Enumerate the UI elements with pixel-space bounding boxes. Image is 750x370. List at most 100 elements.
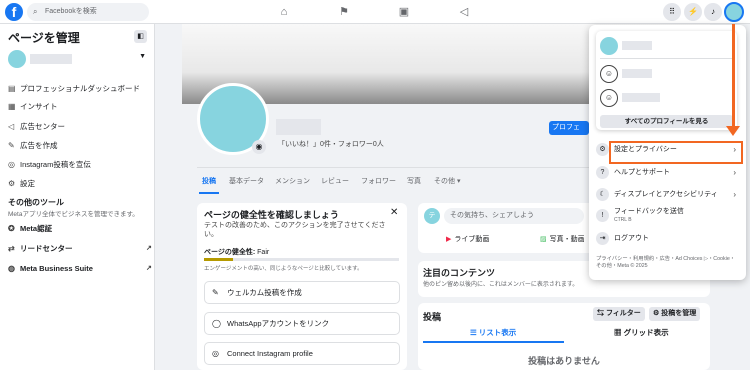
profile-name-placeholder bbox=[622, 69, 652, 78]
top-navigation-bar: f ⌕ Facebookを検索 ⌂ ⚑ ▣ ◁ ⠿ ⚡ ♪ bbox=[0, 0, 750, 24]
megaphone-icon: ◁ bbox=[8, 122, 15, 131]
sidebar-item-promote-instagram[interactable]: ◎ Instagram投稿を宣伝 bbox=[8, 158, 91, 172]
filter-button[interactable]: ⇆ フィルター bbox=[593, 307, 645, 321]
tab-photos[interactable]: 写真 bbox=[407, 176, 421, 186]
annotation-arrow-shaft bbox=[732, 24, 735, 130]
other-tools-description: Metaアプリ全体でビジネスを管理できます。 bbox=[8, 211, 139, 218]
sidebar-item-label: リードセンター bbox=[20, 244, 73, 253]
logout-icon: ⇥ bbox=[596, 232, 609, 245]
menu-item-label: ログアウト bbox=[614, 235, 649, 242]
connect-instagram-button[interactable]: ◎ Connect Instagram profile bbox=[204, 342, 400, 365]
sidebar-item-settings[interactable]: ⚙ 設定 bbox=[8, 177, 35, 191]
sidebar-item-label: Instagram投稿を宣伝 bbox=[20, 160, 91, 169]
facebook-logo[interactable]: f bbox=[5, 3, 23, 21]
collapse-sidebar-icon[interactable]: ◧ bbox=[134, 30, 147, 43]
menu-item-help-support[interactable]: ? ヘルプとサポート › bbox=[596, 164, 739, 182]
external-link-icon: ↗ bbox=[146, 265, 152, 272]
profile-name-placeholder bbox=[622, 41, 652, 50]
business-suite-icon: ◍ bbox=[8, 264, 15, 273]
page-stats: 「いいね！」0件・フォロワー0人 bbox=[278, 141, 384, 148]
profile-row-2[interactable]: ☺ bbox=[600, 65, 733, 83]
manage-page-sidebar: ページを管理 ◧ ▼ ▤ プロフェッショナルダッシュボード ▦ インサイト ◁ 広告セ… bbox=[0, 24, 155, 370]
live-video-button[interactable]: ▶ ライブ動画 bbox=[446, 234, 489, 244]
external-link-icon: ↗ bbox=[146, 245, 152, 252]
annotation-highlight-box bbox=[609, 141, 743, 164]
manage-posts-button[interactable]: ⚙ 投稿を管理 bbox=[649, 307, 701, 321]
live-video-label: ライブ動画 bbox=[454, 236, 490, 243]
health-bar-track bbox=[204, 258, 399, 261]
keyboard-shortcut: CTRL B bbox=[614, 217, 632, 223]
messenger-icon[interactable]: ⚡ bbox=[684, 3, 702, 21]
posts-card: 投稿 ⇆ フィルター ⚙ 投稿を管理 ☰ リスト表示 ▦ グリッド表示 投稿はあ… bbox=[418, 303, 710, 370]
camera-icon[interactable]: ◉ bbox=[252, 140, 266, 154]
action-label: Connect Instagram profile bbox=[227, 349, 313, 358]
composer-avatar: テ bbox=[424, 208, 440, 224]
sidebar-item-ad-center[interactable]: ◁ 広告センター bbox=[8, 120, 65, 134]
link-whatsapp-button[interactable]: ◯ WhatsAppアカウントをリンク bbox=[204, 312, 400, 335]
whatsapp-icon: ◯ bbox=[212, 319, 221, 328]
dashboard-icon: ▤ bbox=[8, 84, 16, 93]
search-placeholder: Facebookを検索 bbox=[45, 8, 97, 15]
see-all-profiles-button[interactable]: すべてのプロフィールを見る bbox=[600, 115, 733, 128]
sidebar-item-label: Meta Business Suite bbox=[20, 264, 93, 273]
flag-icon[interactable]: ⚑ bbox=[336, 4, 352, 20]
bell-icon[interactable]: ♪ bbox=[704, 3, 722, 21]
page-health-description: テストの改善のため、このアクションを完了させてください。 bbox=[204, 222, 386, 238]
sidebar-item-label: インサイト bbox=[20, 102, 58, 111]
page-switcher[interactable]: ▼ bbox=[8, 50, 148, 68]
create-welcome-post-button[interactable]: ✎ ウェルカム投稿を作成 bbox=[204, 281, 400, 304]
tab-mentions[interactable]: メンション bbox=[275, 176, 310, 186]
marketplace-icon[interactable]: ▣ bbox=[396, 4, 412, 20]
instagram-icon: ◎ bbox=[8, 160, 15, 169]
photo-video-button[interactable]: ▨ 写真・動画 bbox=[540, 234, 585, 244]
sidebar-item-label: 設定 bbox=[20, 179, 35, 188]
menu-item-logout[interactable]: ⇥ ログアウト bbox=[596, 230, 739, 248]
menu-footer-links[interactable]: プライバシー・利用規約・広告・Ad Choices ▷・Cookie・その他・M… bbox=[596, 256, 739, 270]
menu-item-display-accessibility[interactable]: ☾ ディスプレイとアクセシビリティ › bbox=[596, 186, 739, 204]
no-posts-message: 投稿はありません bbox=[528, 356, 600, 366]
menu-grid-icon[interactable]: ⠿ bbox=[663, 3, 681, 21]
gear-icon: ⚙ bbox=[596, 143, 609, 156]
action-label: WhatsAppアカウントをリンク bbox=[227, 319, 330, 328]
sidebar-item-meta-verified[interactable]: ✪ Meta認証 bbox=[8, 222, 52, 236]
sidebar-item-dashboard[interactable]: ▤ プロフェッショナルダッシュボード bbox=[8, 82, 140, 96]
tab-list-view[interactable]: ☰ リスト表示 bbox=[470, 327, 516, 338]
tab-about[interactable]: 基本データ bbox=[229, 176, 264, 186]
composer-input[interactable]: その気持ち、シェアしよう bbox=[444, 208, 584, 224]
insights-icon: ▦ bbox=[8, 102, 16, 111]
chevron-right-icon: › bbox=[733, 168, 736, 177]
account-avatar-button[interactable] bbox=[724, 2, 744, 22]
megaphone-icon[interactable]: ◁ bbox=[456, 4, 472, 20]
sidebar-item-business-suite[interactable]: ◍ Meta Business Suite ↗ bbox=[8, 262, 152, 276]
sidebar-item-insights[interactable]: ▦ インサイト bbox=[8, 100, 58, 114]
moon-icon: ☾ bbox=[596, 188, 609, 201]
active-view-indicator bbox=[423, 341, 564, 343]
tab-followers[interactable]: フォロワー bbox=[361, 176, 396, 186]
search-input[interactable]: ⌕ Facebookを検索 bbox=[27, 3, 149, 21]
close-icon[interactable]: ✕ bbox=[390, 207, 398, 218]
health-note: エンゲージメントの高い、同じようなページと比較しています。 bbox=[204, 266, 363, 272]
tab-posts[interactable]: 投稿 bbox=[202, 176, 216, 186]
page-name-placeholder bbox=[30, 54, 72, 64]
edit-icon: ✎ bbox=[212, 288, 219, 297]
person-icon: ☺ bbox=[600, 65, 618, 83]
live-video-icon: ▶ bbox=[446, 236, 452, 243]
chevron-right-icon: › bbox=[733, 190, 736, 199]
menu-item-send-feedback[interactable]: ! フィードバックを送信 CTRL B bbox=[596, 207, 739, 225]
health-label-text: ページの健全性: bbox=[204, 249, 256, 256]
sidebar-item-label: Meta認証 bbox=[20, 224, 53, 233]
tab-reviews[interactable]: レビュー bbox=[321, 176, 349, 186]
profile-row-3[interactable]: ☺ bbox=[600, 89, 733, 107]
profile-row-current[interactable] bbox=[600, 37, 733, 55]
featured-description: 他のピン留め以後内に、これはメンバーに表示されます。 bbox=[423, 282, 579, 288]
divider bbox=[600, 58, 733, 59]
avatar bbox=[600, 37, 618, 55]
sidebar-item-lead-center[interactable]: ⇄ リードセンター ↗ bbox=[8, 242, 152, 256]
sidebar-item-create-ad[interactable]: ✎ 広告を作成 bbox=[8, 139, 58, 153]
page-avatar bbox=[8, 50, 26, 68]
home-icon[interactable]: ⌂ bbox=[276, 4, 292, 20]
health-value: Fair bbox=[257, 249, 270, 256]
tab-grid-view[interactable]: ▦ グリッド表示 bbox=[614, 327, 669, 338]
professional-button[interactable]: プロフェ bbox=[549, 121, 589, 135]
tab-more[interactable]: その他 ▾ bbox=[434, 176, 460, 186]
